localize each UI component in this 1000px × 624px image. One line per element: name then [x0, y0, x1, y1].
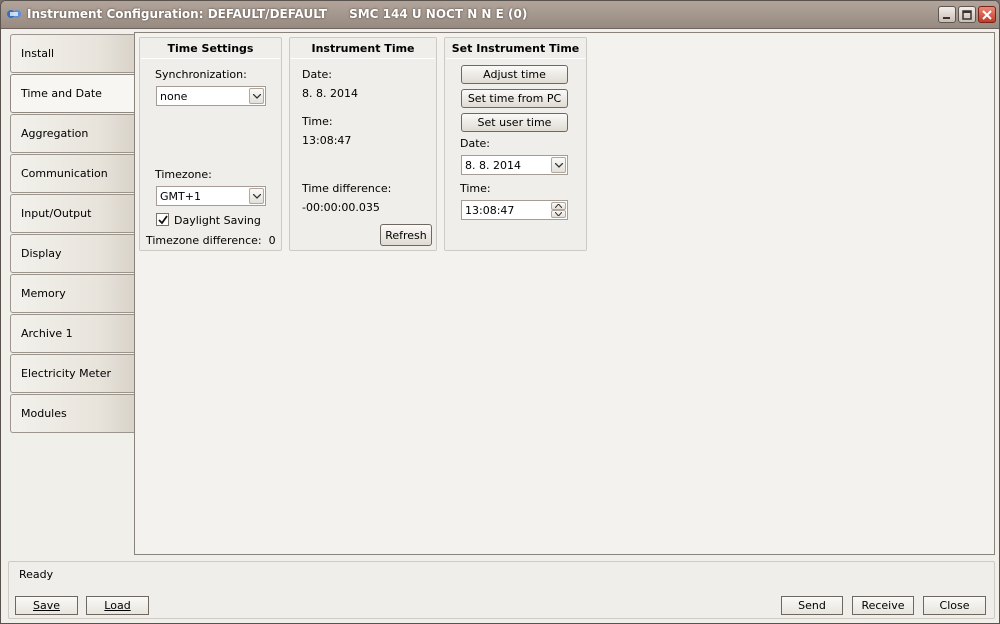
refresh-button[interactable]: Refresh	[380, 224, 432, 246]
tab-label: Aggregation	[21, 127, 89, 140]
instrument-time-group: Instrument Time Date: 8. 8. 2014 Time: 1…	[289, 37, 437, 251]
timezone-value: GMT+1	[160, 190, 201, 203]
chevron-down-icon	[253, 194, 261, 199]
title-bar[interactable]: Instrument Configuration: DEFAULT/DEFAUL…	[1, 1, 999, 29]
tab-aggregation[interactable]: Aggregation	[10, 114, 134, 153]
minimize-icon	[943, 17, 950, 19]
daylight-saving-label: Daylight Saving	[174, 214, 261, 227]
instrument-time-value: 13:08:47	[302, 134, 352, 147]
user-time-label: Time:	[460, 182, 491, 195]
user-time-value: 13:08:47	[465, 204, 515, 217]
tab-label: Input/Output	[21, 207, 92, 220]
tab-time-and-date[interactable]: Time and Date	[10, 74, 135, 113]
dropdown-button[interactable]	[249, 88, 264, 104]
main-window: Instrument Configuration: DEFAULT/DEFAUL…	[0, 0, 1000, 624]
timezone-difference-label: Timezone difference:	[146, 234, 262, 247]
divider	[291, 58, 435, 59]
instrument-date-label: Date:	[302, 68, 332, 81]
user-date-picker[interactable]: 8. 8. 2014	[461, 155, 568, 175]
save-button[interactable]: Save	[15, 596, 78, 615]
tab-label: Electricity Meter	[21, 367, 111, 380]
chevron-up-icon	[555, 204, 562, 208]
receive-button[interactable]: Receive	[852, 596, 914, 615]
user-date-label: Date:	[460, 137, 490, 150]
maximize-button[interactable]	[958, 6, 976, 23]
close-icon	[982, 10, 992, 20]
tab-communication[interactable]: Communication	[10, 154, 134, 193]
tab-label: Memory	[21, 287, 66, 300]
timezone-select[interactable]: GMT+1	[156, 186, 266, 206]
window-title-device: SMC 144 U NOCT N N E (0)	[349, 7, 528, 21]
set-time-from-pc-button[interactable]: Set time from PC	[461, 89, 568, 108]
save-label: Save	[32, 599, 60, 612]
tab-label: Install	[21, 47, 55, 60]
divider	[141, 58, 280, 59]
set-instrument-time-group: Set Instrument Time Adjust time Set time…	[444, 37, 587, 251]
load-button[interactable]: Load	[86, 596, 149, 615]
time-difference-label: Time difference:	[302, 182, 392, 195]
user-date-value: 8. 8. 2014	[465, 159, 521, 172]
chevron-down-icon	[555, 212, 562, 216]
tab-input-output[interactable]: Input/Output	[10, 194, 134, 233]
spin-down-button[interactable]	[551, 210, 566, 218]
spin-up-button[interactable]	[551, 202, 566, 210]
chevron-down-icon	[253, 94, 261, 99]
send-button[interactable]: Send	[781, 596, 843, 615]
time-settings-group: Time Settings Synchronization: none Time…	[139, 37, 282, 251]
minimize-button[interactable]	[938, 6, 956, 23]
status-text: Ready	[19, 568, 54, 581]
time-difference-value: -00:00:00.035	[302, 201, 380, 214]
timezone-label: Timezone:	[155, 168, 212, 181]
group-title: Time Settings	[167, 42, 254, 55]
checkmark-icon	[158, 215, 168, 225]
set-user-time-button[interactable]: Set user time	[461, 113, 568, 132]
close-window-button[interactable]	[978, 6, 996, 23]
tab-modules[interactable]: Modules	[10, 394, 134, 433]
window-title: Instrument Configuration: DEFAULT/DEFAUL…	[27, 7, 549, 21]
daylight-saving-checkbox[interactable]	[156, 213, 169, 226]
window-title-main: Instrument Configuration: DEFAULT/DEFAUL…	[27, 7, 328, 21]
tab-memory[interactable]: Memory	[10, 274, 134, 313]
tab-label: Modules	[21, 407, 67, 420]
tab-label: Communication	[21, 167, 108, 180]
app-icon	[7, 10, 21, 18]
divider	[446, 58, 585, 59]
close-button[interactable]: Close	[923, 596, 986, 615]
maximize-icon	[962, 10, 972, 20]
instrument-time-label: Time:	[302, 115, 333, 128]
tab-install[interactable]: Install	[10, 34, 134, 73]
instrument-date-value: 8. 8. 2014	[302, 87, 358, 100]
user-time-spinbox[interactable]: 13:08:47	[461, 200, 568, 220]
group-title: Instrument Time	[311, 42, 415, 55]
tab-label: Time and Date	[21, 87, 102, 100]
tab-list: Install Time and Date Aggregation Commun…	[10, 34, 135, 434]
synchronization-value: none	[160, 90, 188, 103]
tab-display[interactable]: Display	[10, 234, 134, 273]
tab-label: Display	[21, 247, 62, 260]
chevron-down-icon	[555, 163, 563, 168]
timezone-difference-value: 0	[268, 234, 276, 247]
load-label: Load	[104, 599, 131, 612]
synchronization-select[interactable]: none	[156, 86, 266, 106]
adjust-time-button[interactable]: Adjust time	[461, 65, 568, 84]
group-title: Set Instrument Time	[451, 42, 580, 55]
tab-content-panel: Time Settings Synchronization: none Time…	[134, 32, 995, 555]
tab-archive-1[interactable]: Archive 1	[10, 314, 134, 353]
dropdown-button[interactable]	[551, 157, 566, 173]
status-bar: Ready Save Load Send Receive Close	[8, 561, 995, 619]
tab-label: Archive 1	[21, 327, 73, 340]
timezone-difference: Timezone difference: 0	[146, 234, 276, 247]
tab-electricity-meter[interactable]: Electricity Meter	[10, 354, 134, 393]
dropdown-button[interactable]	[249, 188, 264, 204]
synchronization-label: Synchronization:	[155, 68, 247, 81]
